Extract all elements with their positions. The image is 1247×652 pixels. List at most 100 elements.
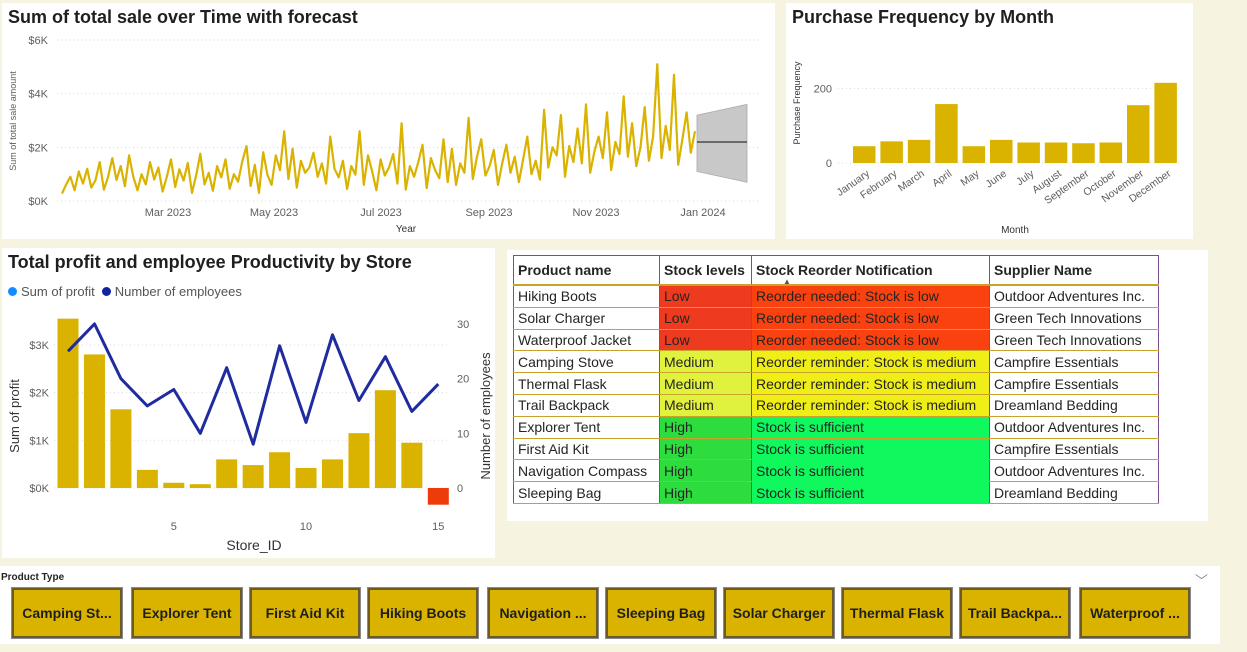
product-type-chip[interactable]: Solar Charger <box>723 587 835 639</box>
product-type-chip[interactable]: Explorer Tent <box>131 587 243 639</box>
profit-bar <box>322 459 343 488</box>
y-axis-title-left: Sum of profit <box>7 379 22 453</box>
x-tick-label: 10 <box>300 521 312 533</box>
y-tick-label: 0 <box>826 158 832 170</box>
month-bar <box>962 146 986 163</box>
cell-product-name: Trail Backpack <box>513 393 660 417</box>
x-tick-label: March <box>896 168 927 195</box>
y-axis-title: Purchase Frequency <box>792 61 802 145</box>
cell-stock-level: Low <box>659 328 752 352</box>
cell-product-name: First Aid Kit <box>513 437 660 461</box>
table-row[interactable]: Navigation Compass High Stock is sufficien… <box>513 459 1159 483</box>
table-row[interactable]: Waterproof Jacket Low Reorder needed: Stoc… <box>513 328 1159 352</box>
profit-bar <box>401 442 423 488</box>
profit-bar <box>374 390 396 488</box>
table-row[interactable]: Hiking Boots Low Reorder needed: Stock is … <box>513 284 1159 308</box>
header-stock-levels[interactable]: Stock levels <box>659 255 752 286</box>
cell-supplier-name: Green Tech Innovations <box>989 306 1159 330</box>
profit-chart[interactable]: $0K $1K $2K $3K 0 10 20 30 Sum of profit Number o… <box>2 248 495 558</box>
y-tick-label-right: 10 <box>457 428 469 440</box>
month-bar <box>1127 105 1150 163</box>
month-bar <box>1099 142 1123 163</box>
x-tick-label: Nov 2023 <box>572 207 619 219</box>
month-bar <box>935 104 958 163</box>
cell-reorder-notification: Stock is sufficient <box>751 481 990 504</box>
month-bar <box>853 146 876 163</box>
y-tick-label-left: $3K <box>29 340 49 352</box>
forecast-band <box>696 103 748 183</box>
table-row[interactable]: Sleeping Bag High Stock is sufficient Dream… <box>513 481 1159 504</box>
cell-product-name: Hiking Boots <box>513 284 660 308</box>
product-type-chip[interactable]: Waterproof ... <box>1079 587 1191 639</box>
y-tick-label: $2K <box>28 142 48 154</box>
frequency-chart[interactable]: 0200Purchase FrequencyJanuaryFebruaryMar… <box>786 3 1193 239</box>
x-axis-title: Store_ID <box>226 537 281 553</box>
profit-bar <box>242 465 264 488</box>
table-row[interactable]: Thermal Flask Medium Reorder reminder: Sto… <box>513 372 1159 395</box>
sales-chart[interactable]: $0K $2K $4K $6K Sum of total sale amount Mar … <box>2 3 775 239</box>
cell-supplier-name: Outdoor Adventures Inc. <box>989 284 1159 308</box>
y-tick-label-right: 30 <box>457 319 469 331</box>
product-type-chip[interactable]: Navigation ... <box>487 587 599 639</box>
cell-product-name: Explorer Tent <box>513 415 660 439</box>
cell-stock-level: Medium <box>659 350 752 374</box>
product-type-chip[interactable]: Trail Backpa... <box>959 587 1071 639</box>
table-row[interactable]: Solar Charger Low Reorder needed: Stock is… <box>513 306 1159 330</box>
cell-stock-level: Medium <box>659 372 752 395</box>
table-row[interactable]: First Aid Kit High Stock is sufficient Camp… <box>513 437 1159 461</box>
cell-product-name: Solar Charger <box>513 306 660 330</box>
y-tick-label-right: 20 <box>457 374 469 386</box>
cell-reorder-notification: Reorder needed: Stock is low <box>751 284 990 308</box>
x-axis-title: Year <box>396 224 417 235</box>
cell-supplier-name: Dreamland Bedding <box>989 393 1159 417</box>
cell-product-name: Thermal Flask <box>513 372 660 395</box>
frequency-chart-card: Purchase Frequency by Month 0 200 Purchase… <box>786 3 1193 239</box>
sort-ascending-icon[interactable]: ▲ <box>783 277 791 286</box>
y-tick-label: $4K <box>28 89 48 101</box>
stock-table-card: Product name Stock levels Stock Reorder … <box>507 250 1208 521</box>
table-row[interactable]: Camping Stove Medium Reorder reminder: Sto… <box>513 350 1159 374</box>
profit-bar <box>216 459 238 488</box>
y-axis-title-right: Number of employees <box>478 352 493 480</box>
month-bar <box>1017 142 1040 163</box>
sales-chart-card: Sum of total sale over Time with forecas… <box>2 3 775 239</box>
cell-supplier-name: Campfire Essentials <box>989 372 1159 395</box>
x-tick-label: April <box>930 168 954 190</box>
profit-bar <box>189 484 211 488</box>
cell-stock-level: Medium <box>659 393 752 417</box>
cell-supplier-name: Outdoor Adventures Inc. <box>989 415 1159 439</box>
product-type-chip[interactable]: Camping St... <box>11 587 123 639</box>
profit-bar <box>136 469 158 488</box>
month-bar <box>1072 143 1095 163</box>
cell-product-name: Camping Stove <box>513 350 660 374</box>
table-row[interactable]: Explorer Tent High Stock is sufficient Outd… <box>513 415 1159 439</box>
x-tick-label: Jan 2024 <box>680 207 725 219</box>
profit-bar <box>295 467 317 488</box>
cell-reorder-notification: Stock is sufficient <box>751 415 990 439</box>
profit-bar <box>110 409 132 488</box>
x-tick-label: Mar 2023 <box>145 207 191 219</box>
month-bar <box>1154 82 1177 163</box>
product-type-chip[interactable]: First Aid Kit <box>249 587 361 639</box>
x-tick-label: June <box>983 168 1009 191</box>
cell-supplier-name: Dreamland Bedding <box>989 481 1159 504</box>
cell-reorder-notification: Reorder needed: Stock is low <box>751 328 990 352</box>
product-type-chip[interactable]: Sleeping Bag <box>605 587 717 639</box>
header-supplier-name[interactable]: Supplier Name <box>989 255 1159 286</box>
chevron-down-icon[interactable]: ⌵ <box>1195 568 1208 583</box>
cell-reorder-notification: Reorder needed: Stock is low <box>751 306 990 330</box>
month-bar <box>1044 142 1068 163</box>
x-tick-label: 15 <box>432 521 444 533</box>
y-tick-label: $6K <box>28 35 48 47</box>
product-type-chip[interactable]: Thermal Flask <box>841 587 953 639</box>
cell-stock-level: High <box>659 437 752 461</box>
product-type-chip[interactable]: Hiking Boots <box>367 587 479 639</box>
profit-chart-card: Total profit and employee Productivity b… <box>2 248 495 558</box>
stock-table: Product name Stock levels Stock Reorder … <box>513 255 1159 504</box>
x-tick-label: Sep 2023 <box>465 207 512 219</box>
header-product-name[interactable]: Product name <box>513 255 660 286</box>
cell-reorder-notification: Reorder reminder: Stock is medium <box>751 350 990 374</box>
y-tick-label-right: 0 <box>457 483 463 495</box>
x-tick-label: Jul 2023 <box>360 207 402 219</box>
table-row[interactable]: Trail Backpack Medium Reorder reminder: St… <box>513 393 1159 417</box>
